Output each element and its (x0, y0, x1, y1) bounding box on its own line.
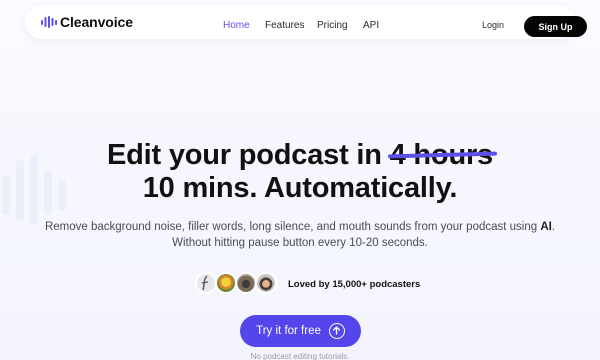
cta-label: Try it for free (256, 325, 321, 337)
hero-headline: Edit your podcast in 4 hours 10 mins. Au… (0, 139, 600, 205)
subtitle-line2: Without hitting pause button every 10-20… (172, 236, 428, 249)
nav-link-home[interactable]: Home (223, 20, 250, 31)
nav-link-features[interactable]: Features (265, 20, 304, 31)
social-proof-text: Loved by 15,000+ podcasters (288, 279, 421, 290)
try-free-button[interactable]: Try it for free (240, 315, 361, 347)
hero-subtitle: Remove background noise, filler words, l… (0, 220, 600, 251)
headline-part1: Edit your podcast in (107, 139, 382, 171)
subtitle-line1: Remove background noise, filler words, l… (44, 221, 541, 233)
avatar (235, 272, 257, 294)
arrow-up-circle-icon (328, 323, 345, 339)
waveform-logo-icon (41, 16, 57, 28)
headline-struck-text: 4 hours (387, 139, 498, 172)
brand-name: Cleanvoice (60, 14, 133, 30)
subtitle-period: . (551, 221, 556, 233)
avatar (215, 272, 237, 294)
top-navbar: Cleanvoice Home Features Pricing API Log… (25, 5, 587, 39)
avatar (255, 272, 277, 294)
login-link[interactable]: Login (482, 20, 504, 30)
subtitle-ai: AI (540, 221, 552, 233)
nav-link-pricing[interactable]: Pricing (317, 20, 348, 31)
signup-button[interactable]: Sign Up (524, 16, 587, 37)
cta-footnote: No podcast editing tutorials. (250, 352, 350, 360)
nav-link-api[interactable]: API (363, 20, 379, 31)
headline-line2: 10 mins. Automatically. (142, 172, 458, 204)
avatar-stack (195, 272, 281, 294)
brand-logo[interactable]: Cleanvoice (41, 13, 133, 31)
avatar (195, 272, 217, 294)
